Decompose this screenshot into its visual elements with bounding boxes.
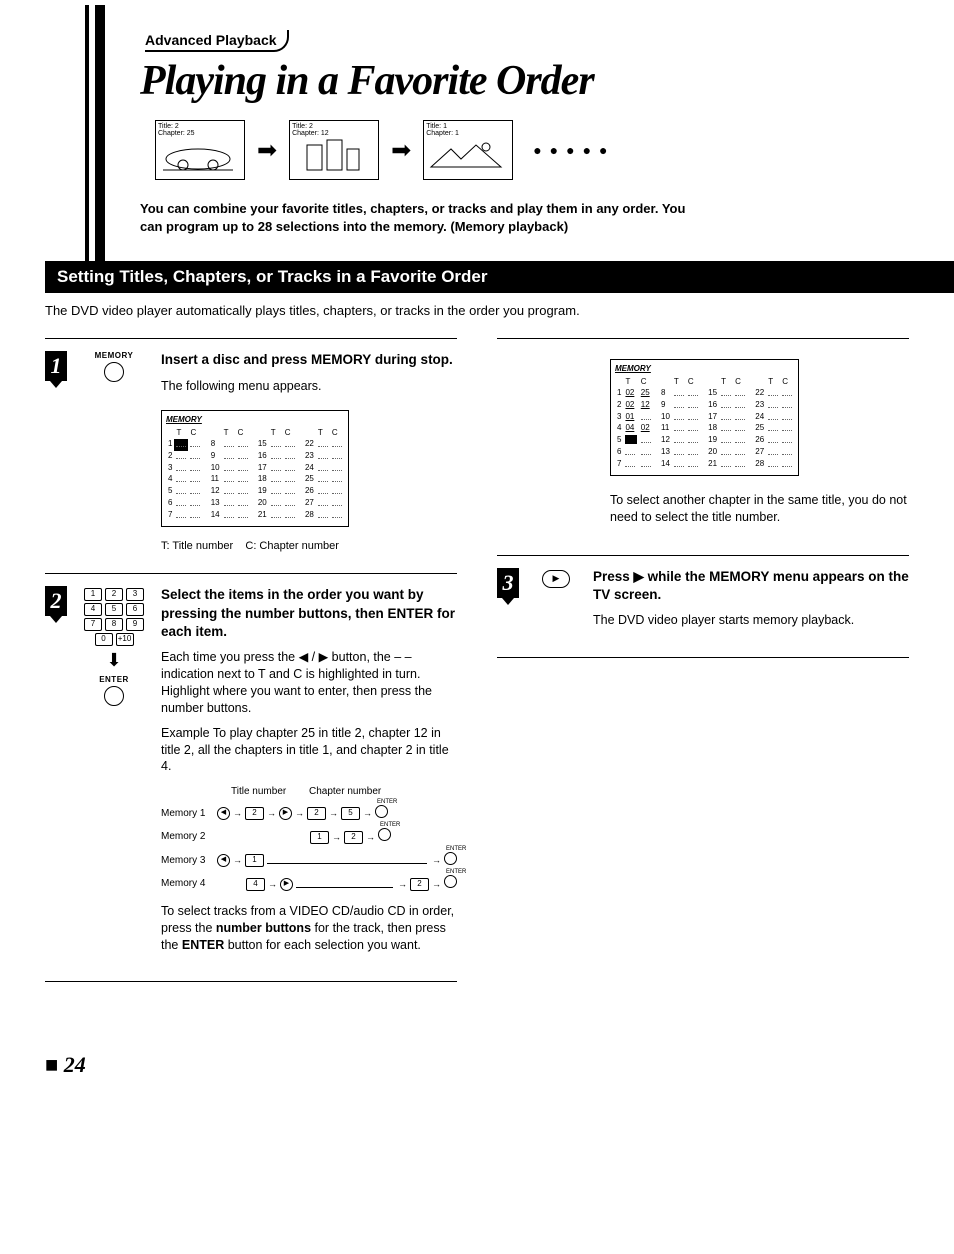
sub-intro: The DVD video player automatically plays… — [45, 303, 909, 318]
ellipsis-icon: ●●●●● — [533, 142, 615, 158]
step-number: 2 — [45, 586, 67, 616]
enter-icon — [444, 875, 457, 888]
memory-table-filled: MEMORY TC TC TC TC10225 8 15 2220212 9 1… — [610, 359, 799, 475]
enter-button-icon — [104, 686, 124, 706]
thumb-3: Title: 1 Chapter: 1 — [423, 120, 513, 180]
step-1-desc: The following menu appears. — [161, 378, 457, 395]
step-3-desc: The DVD video player starts memory playb… — [593, 612, 909, 629]
page-number: 24 — [45, 1052, 909, 1078]
arrow-icon: ➡ — [257, 136, 277, 165]
memory-row-3: Memory 3 ◀→1→ENTER — [161, 852, 457, 870]
page-title: Playing in a Favorite Order — [140, 57, 909, 105]
enter-icon — [444, 852, 457, 865]
enter-icon — [378, 828, 391, 841]
table-legend: T: Title number C: Chapter number — [161, 539, 457, 554]
arrow-icon: ➡ — [391, 136, 411, 165]
step-number: 1 — [45, 351, 67, 381]
step-1-title: Insert a disc and press MEMORY during st… — [161, 351, 457, 369]
thumbnail-row: Title: 2 Chapter: 25 ➡ Title: 2 Chapter:… — [155, 120, 909, 180]
step-2-para1: Each time you press the ◀ / ▶ button, th… — [161, 649, 457, 717]
landscape-icon — [426, 137, 506, 172]
section-tab: Advanced Playback — [145, 30, 289, 52]
right-button-icon: ▶ — [279, 807, 292, 820]
memory-row-4: Memory 4 4→▶→2→ENTER — [161, 875, 457, 893]
remote-numpad: 123 456 789 0+10 ⬇ ENTER — [80, 586, 148, 961]
thumb-1: Title: 2 Chapter: 25 — [155, 120, 245, 180]
step-2-continued: MEMORY TC TC TC TC10225 8 15 2220212 9 1… — [497, 338, 909, 534]
remote-play: ▶ — [532, 568, 580, 637]
memory-sequence: Title number Chapter number Memory 1 ◀→2… — [161, 785, 457, 893]
step-number: 3 — [497, 568, 519, 598]
step-2-para2: To select tracks from a VIDEO CD/audio C… — [161, 903, 457, 954]
enter-icon — [375, 805, 388, 818]
section-header: Setting Titles, Chapters, or Tracks in a… — [45, 261, 954, 293]
memory-row-2: Memory 2 1→2→ENTER — [161, 828, 457, 846]
memory-table-empty: MEMORY TC TC TC TC1 8 15 222 9 16 233 10… — [161, 410, 349, 526]
left-button-icon: ◀ — [217, 807, 230, 820]
play-button-icon: ▶ — [542, 570, 570, 588]
left-button-icon: ◀ — [217, 854, 230, 867]
car-icon — [158, 137, 238, 172]
buildings-icon — [292, 137, 372, 172]
col2-note: To select another chapter in the same ti… — [610, 492, 909, 527]
thumb-2: Title: 2 Chapter: 12 — [289, 120, 379, 180]
step-3: 3 ▶ Press ▶ while the MEMORY menu appear… — [497, 555, 909, 637]
right-button-icon: ▶ — [280, 878, 293, 891]
step-2-title: Select the items in the order you want b… — [161, 586, 457, 641]
step-3-title: Press ▶ while the MEMORY menu appears on… — [593, 568, 909, 604]
memory-button-icon — [104, 362, 124, 382]
arrow-down-icon: ⬇ — [80, 650, 148, 671]
step-2-example: Example To play chapter 25 in title 2, c… — [161, 725, 457, 776]
intro-text: You can combine your favorite titles, ch… — [140, 200, 700, 236]
remote-memory: MEMORY — [80, 351, 148, 553]
step-2: 2 123 456 789 0+10 ⬇ ENTER Select the it… — [45, 573, 457, 961]
step-1: 1 MEMORY Insert a disc and press MEMORY … — [45, 338, 457, 553]
memory-row-1: Memory 1 ◀→2→▶→2→5→ENTER — [161, 805, 457, 823]
